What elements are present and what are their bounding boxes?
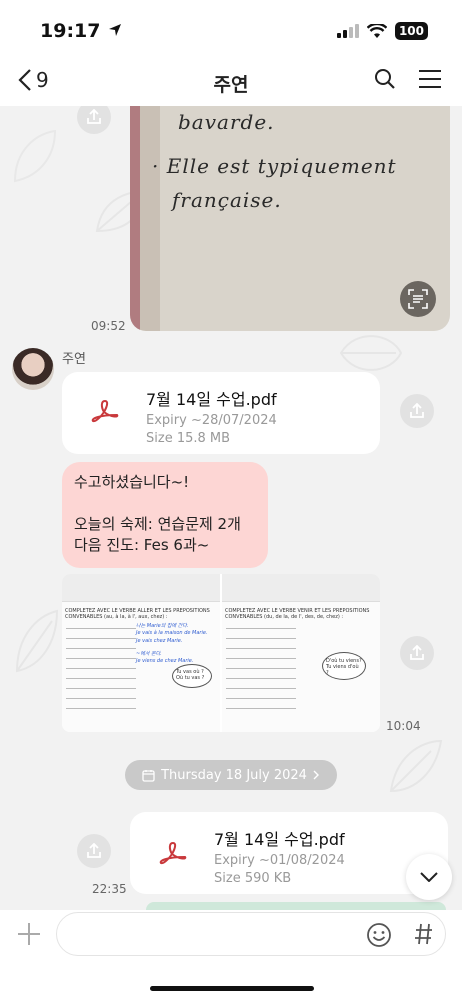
share-icon	[87, 843, 101, 858]
scan-text-button[interactable]	[400, 281, 436, 317]
message-line: 수고하셨습니다~!	[74, 473, 190, 491]
handwritten-note: Je vais chez Marie.	[136, 638, 183, 644]
leaf-icon	[15, 609, 59, 673]
worksheet-image-left[interactable]: COMPLETEZ AVEC LE VERBE ALLER ET LES PRE…	[62, 574, 220, 732]
chevron-down-icon	[420, 872, 438, 882]
share-icon	[87, 109, 101, 124]
location-arrow-icon	[109, 24, 122, 36]
message-time: 22:35	[92, 882, 127, 896]
next-message-preview	[146, 902, 446, 910]
share-button[interactable]	[400, 394, 434, 428]
menu-icon[interactable]	[418, 69, 442, 89]
message-line: 오늘의 숙제: 연습문제 2개	[74, 515, 241, 533]
handwriting-line: française.	[172, 188, 282, 212]
wifi-icon	[366, 23, 387, 38]
handwritten-note: Je viens de chez Marie.	[136, 658, 194, 664]
pdf-icon	[159, 841, 187, 865]
date-separator[interactable]: Thursday 18 July 2024	[125, 760, 337, 790]
file-message[interactable]: 7월 14일 수업.pdf Expiry ~28/07/2024 Size 15…	[62, 372, 380, 454]
clock: 19:17	[40, 20, 101, 42]
chat-header: 9 주연	[0, 60, 462, 106]
cloud-text: Tu vas où ? Où tu vas ?	[176, 669, 205, 681]
file-expiry: Expiry ~01/08/2024	[214, 853, 345, 868]
avatar[interactable]	[12, 348, 54, 390]
emoji-icon[interactable]	[366, 922, 392, 948]
pdf-icon	[91, 399, 119, 423]
sender-name: 주연	[62, 352, 86, 367]
file-name: 7월 14일 수업.pdf	[214, 830, 345, 849]
date-label: Thursday 18 July 2024	[161, 767, 307, 783]
status-bar: 19:17 100	[0, 0, 462, 60]
handwriting-line: bavarde.	[178, 110, 275, 134]
file-size: Size 590 KB	[214, 871, 292, 886]
composer-bar	[0, 910, 462, 1000]
photo-message[interactable]: bavarde. · Elle est typiquement français…	[130, 106, 450, 331]
signal-icon	[336, 24, 359, 38]
cloud-text: D'où tu viens? Tu viens d'où ?	[326, 658, 362, 676]
worksheet-heading: COMPLETEZ AVEC LE VERBE VENIR ET LES PRE…	[225, 608, 370, 620]
file-expiry: Expiry ~28/07/2024	[146, 413, 277, 428]
file-message[interactable]: 7월 14일 수업.pdf Expiry ~01/08/2024 Size 59…	[130, 812, 448, 894]
plus-icon[interactable]	[16, 921, 42, 947]
handwritten-note: Je vais à la maison de Marie.	[136, 630, 208, 636]
file-name: 7월 14일 수업.pdf	[146, 390, 277, 409]
image-message[interactable]: COMPLETEZ AVEC LE VERBE ALLER ET LES PRE…	[62, 574, 380, 732]
worksheet-image-right[interactable]: COMPLETEZ AVEC LE VERBE VENIR ET LES PRE…	[222, 574, 380, 732]
leaf-icon	[389, 739, 443, 793]
message-time: 09:52	[91, 319, 126, 333]
leaf-icon	[339, 335, 403, 371]
scroll-to-bottom-button[interactable]	[406, 854, 452, 900]
handwriting-line: · Elle est typiquement	[152, 154, 397, 178]
leaf-icon	[13, 129, 57, 183]
file-size: Size 15.8 MB	[146, 431, 231, 446]
speech-cloud: D'où tu viens? Tu viens d'où ?	[322, 652, 366, 680]
message-line: 다음 진도: Fes 6과~	[74, 536, 210, 554]
worksheet-heading: COMPLETEZ AVEC LE VERBE ALLER ET LES PRE…	[65, 608, 210, 620]
share-button[interactable]	[400, 636, 434, 670]
battery-indicator: 100	[394, 22, 428, 40]
share-icon	[410, 645, 424, 660]
share-icon	[410, 403, 424, 418]
scan-text-icon	[408, 289, 428, 309]
home-indicator	[150, 986, 314, 991]
search-icon[interactable]	[374, 68, 396, 90]
chevron-right-icon	[313, 770, 319, 780]
handwritten-note: ~에서 온다.	[136, 651, 162, 657]
share-button[interactable]	[77, 834, 111, 868]
hash-icon[interactable]	[414, 922, 434, 946]
handwritten-note: 나는 Marie의 집에 간다.	[136, 623, 189, 629]
message-line	[74, 493, 256, 514]
share-button[interactable]	[77, 106, 111, 134]
speech-cloud: Tu vas où ? Où tu vas ?	[172, 664, 212, 688]
chat-area[interactable]: bavarde. · Elle est typiquement français…	[0, 106, 462, 910]
calendar-icon	[142, 769, 155, 782]
text-message[interactable]: 수고하셨습니다~! 오늘의 숙제: 연습문제 2개 다음 진도: Fes 6과~	[62, 462, 268, 568]
message-time: 10:04	[386, 719, 421, 733]
status-time: 19:17	[40, 20, 123, 42]
